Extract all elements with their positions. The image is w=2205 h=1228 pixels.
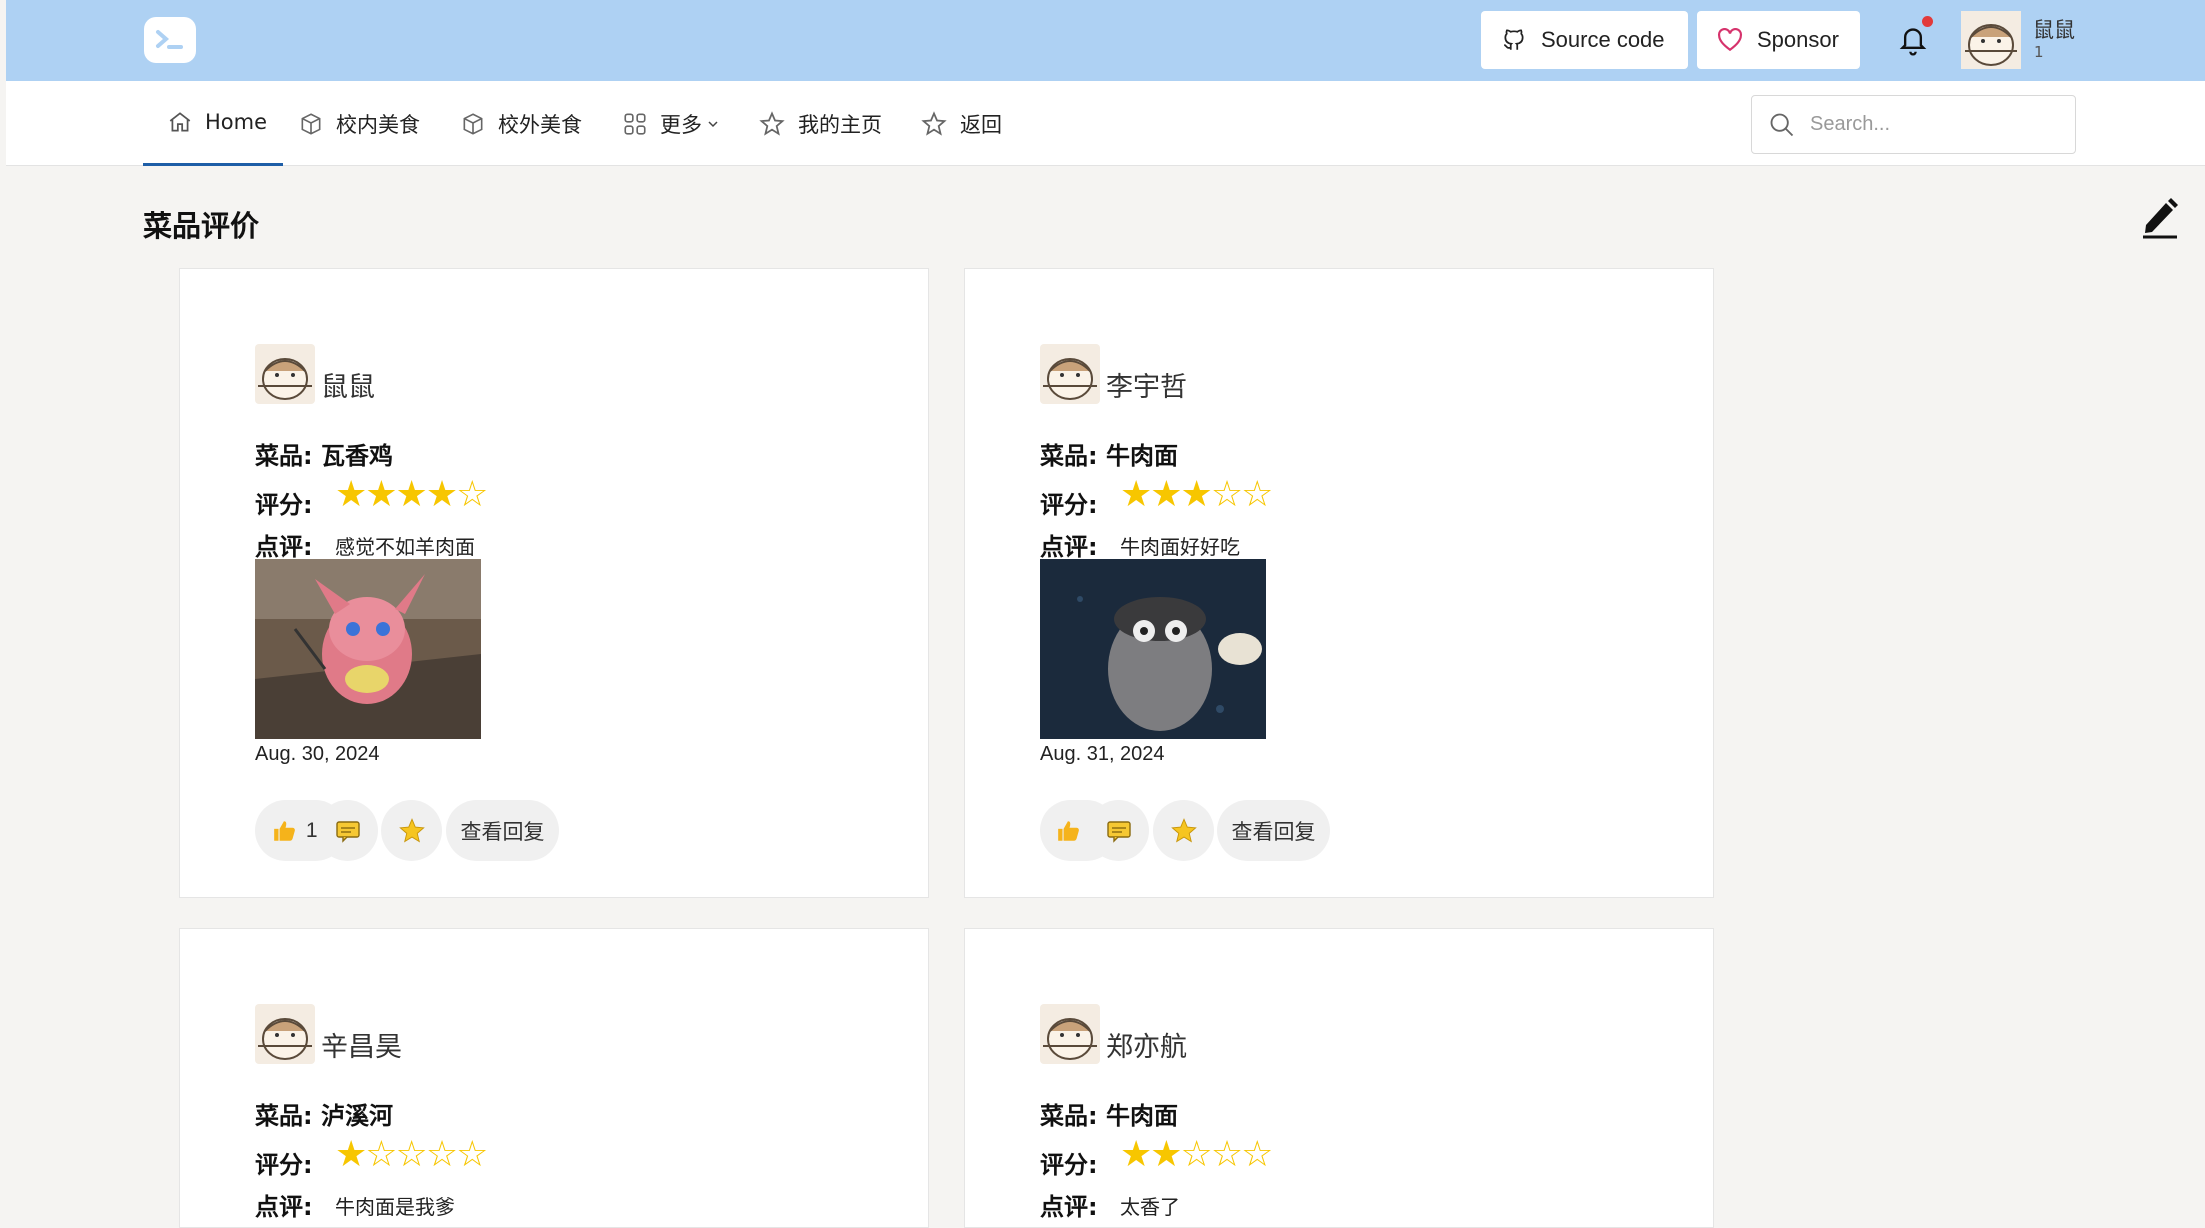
grid-icon	[622, 111, 648, 137]
source-code-label: Source code	[1541, 27, 1665, 52]
view-replies-button[interactable]: 查看回复	[1217, 800, 1330, 861]
dish-name: 菜品: 瓦香鸡	[255, 436, 393, 471]
review-text: 牛肉面好好吃	[1120, 535, 1240, 559]
app-logo[interactable]	[144, 17, 196, 63]
dish-prefix: 菜品:	[255, 442, 321, 470]
search-icon	[1768, 111, 1796, 139]
nav-item-label: 我的主页	[798, 112, 882, 137]
dish-prefix: 菜品:	[1040, 442, 1106, 470]
star-icon	[1170, 817, 1198, 845]
box-icon	[298, 111, 324, 137]
rating-label: 评分:	[255, 491, 313, 519]
heart-icon	[1717, 28, 1743, 52]
user-name[interactable]: 鼠鼠	[2033, 14, 2075, 44]
nav-item-label: 更多	[660, 112, 702, 137]
sponsor-button[interactable]: Sponsor	[1697, 11, 1860, 69]
dish-value: 瓦香鸡	[320, 442, 393, 470]
review-label: 点评:	[1040, 1193, 1098, 1221]
search-input[interactable]	[1810, 113, 2050, 136]
favorite-button[interactable]	[381, 800, 442, 861]
star-outline-icon	[758, 110, 786, 138]
view-replies-button[interactable]: 查看回复	[446, 800, 559, 861]
sponsor-label: Sponsor	[1757, 27, 1839, 52]
github-icon	[1501, 27, 1527, 53]
nav-item-offcampus-food[interactable]: 校外美食	[460, 81, 582, 166]
box-icon	[460, 111, 486, 137]
nav-item-label: 返回	[960, 112, 1002, 137]
review-user-name: 郑亦航	[1106, 1032, 1187, 1063]
home-icon	[167, 109, 193, 135]
review-card: 李宇哲 菜品: 牛肉面 评分: ★★★☆☆ 点评: 牛肉面好好吃 Aug. 31…	[964, 268, 1714, 898]
comment-button[interactable]	[317, 800, 378, 861]
comment-icon	[1106, 819, 1132, 843]
review-user-name: 李宇哲	[1106, 372, 1187, 403]
review-text: 感觉不如羊肉面	[335, 535, 475, 559]
thumbs-up-icon	[272, 818, 298, 844]
review-photo	[255, 559, 481, 739]
rating-stars: ★★☆☆☆	[1120, 1134, 1273, 1175]
top-header	[6, 0, 2205, 81]
nav-item-more[interactable]: 更多	[622, 81, 720, 166]
rating-stars: ★★★☆☆	[1120, 474, 1273, 515]
nav-item-home[interactable]: Home	[143, 81, 283, 166]
favorite-button[interactable]	[1153, 800, 1214, 861]
thumbs-up-icon	[1056, 818, 1082, 844]
dish-name: 菜品: 牛肉面	[1040, 436, 1178, 471]
review-card: 辛昌昊 菜品: 泸溪河 评分: ★☆☆☆☆ 点评: 牛肉面是我爹	[179, 928, 929, 1228]
review-user-name: 鼠鼠	[321, 372, 375, 403]
nav-bar: Home 校内美食 校外美食 更多 我的主页 返回	[6, 81, 2205, 166]
nav-item-back[interactable]: 返回	[920, 81, 1002, 166]
review-card: 郑亦航 菜品: 牛肉面 评分: ★★☆☆☆ 点评: 太香了	[964, 928, 1714, 1228]
rating-stars: ★★★★☆	[335, 474, 488, 515]
user-avatar[interactable]	[1961, 11, 2021, 69]
rating-stars: ★☆☆☆☆	[335, 1134, 488, 1175]
review-user-name: 辛昌昊	[321, 1032, 402, 1063]
nav-item-label: Home	[205, 110, 268, 134]
review-label: 点评:	[255, 533, 313, 561]
pencil-icon[interactable]	[2140, 195, 2180, 239]
dish-prefix: 菜品:	[255, 1102, 321, 1130]
comment-button[interactable]	[1088, 800, 1149, 861]
review-label: 点评:	[1040, 533, 1098, 561]
dish-name: 菜品: 牛肉面	[1040, 1096, 1178, 1131]
review-date: Aug. 31, 2024	[1040, 743, 1165, 765]
review-photo	[1040, 559, 1266, 739]
avatar	[1040, 1004, 1100, 1064]
review-date: Aug. 30, 2024	[255, 743, 380, 765]
dish-value: 泸溪河	[320, 1102, 393, 1130]
dish-value: 牛肉面	[1105, 442, 1178, 470]
nav-item-label: 校内美食	[336, 112, 420, 137]
nav-item-label: 校外美食	[498, 112, 582, 137]
review-label: 点评:	[255, 1193, 313, 1221]
dish-prefix: 菜品:	[1040, 1102, 1106, 1130]
terminal-icon	[156, 30, 183, 49]
avatar	[255, 344, 315, 404]
nav-item-campus-food[interactable]: 校内美食	[298, 81, 420, 166]
avatar	[1040, 344, 1100, 404]
star-icon	[398, 817, 426, 845]
comment-icon	[335, 819, 361, 843]
source-code-button[interactable]: Source code	[1481, 11, 1688, 69]
rating-label: 评分:	[1040, 491, 1098, 519]
dish-value: 牛肉面	[1105, 1102, 1178, 1130]
star-outline-icon	[920, 110, 948, 138]
review-card: 鼠鼠 菜品: 瓦香鸡 评分: ★★★★☆ 点评: 感觉不如羊肉面 Aug. 30…	[179, 268, 929, 898]
nav-item-my-page[interactable]: 我的主页	[758, 81, 882, 166]
rating-label: 评分:	[255, 1151, 313, 1179]
notification-dot	[1922, 16, 1933, 27]
avatar	[255, 1004, 315, 1064]
search-box[interactable]	[1751, 95, 2076, 154]
chevron-down-icon	[706, 117, 720, 131]
user-count: 1	[2034, 43, 2044, 61]
bell-icon[interactable]	[1897, 23, 1929, 57]
rating-label: 评分:	[1040, 1151, 1098, 1179]
page-title: 菜品评价	[143, 209, 260, 243]
dish-name: 菜品: 泸溪河	[255, 1096, 393, 1131]
